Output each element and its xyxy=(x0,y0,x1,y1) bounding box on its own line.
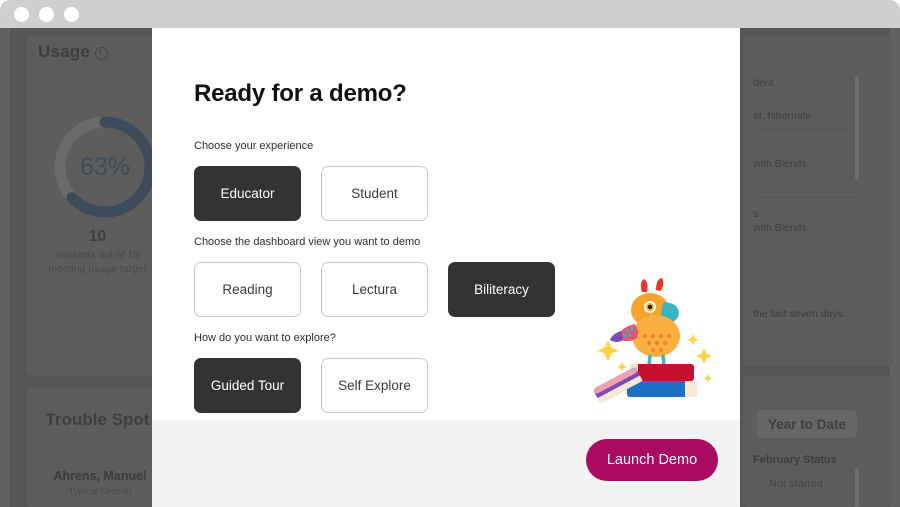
option-lectura[interactable]: Lectura xyxy=(321,262,428,317)
option-educator[interactable]: Educator xyxy=(194,166,301,221)
dashboard-right-column: dent et, hibernate with Blends s with Bl… xyxy=(735,28,893,507)
usage-percent-label: 63% xyxy=(79,152,131,181)
right-bottom-scrollbar[interactable] xyxy=(855,468,859,507)
option-biliteracy[interactable]: Biliteracy xyxy=(448,262,555,317)
demo-modal-footer: Launch Demo xyxy=(152,420,740,507)
dashboard-left-column: Usage 63% 10 students out of 16 meeting … xyxy=(10,28,166,507)
section-label-explore-mode: How do you want to explore? xyxy=(194,332,336,344)
window-maximize-dot[interactable] xyxy=(64,6,79,22)
parrot-on-books-icon xyxy=(584,278,724,408)
right-list-item: et, hibernate xyxy=(753,110,812,122)
option-guided-tour[interactable]: Guided Tour xyxy=(194,358,301,413)
demo-modal: Ready for a demo? Choose your experience… xyxy=(152,28,740,507)
usage-subtext-line1: students out of 16 xyxy=(55,249,140,261)
right-list-scrollbar[interactable] xyxy=(855,76,859,180)
app-root: Usage 63% 10 students out of 16 meeting … xyxy=(0,0,900,507)
window-minimize-dot[interactable] xyxy=(39,6,54,22)
section-label-dashboard-view: Choose the dashboard view you want to de… xyxy=(194,236,421,248)
option-group-experience: Educator Student xyxy=(194,166,428,221)
year-to-date-button[interactable]: Year to Date xyxy=(757,410,857,438)
browser-window: Usage 63% 10 students out of 16 meeting … xyxy=(0,0,900,507)
right-list-item: with Blends xyxy=(753,158,807,170)
window-titlebar xyxy=(0,0,900,28)
option-reading[interactable]: Reading xyxy=(194,262,301,317)
dashboard-left-edge xyxy=(0,28,10,507)
parrot-illustration-svg xyxy=(593,278,713,404)
usage-card-title: Usage xyxy=(38,42,109,62)
info-circle-icon[interactable] xyxy=(95,46,109,60)
right-list-item: s xyxy=(753,208,759,220)
option-group-explore-mode: Guided Tour Self Explore xyxy=(194,358,428,413)
right-list-item: with Blends xyxy=(753,222,807,234)
february-status-label: February Status xyxy=(753,454,837,466)
right-list-divider xyxy=(753,194,863,195)
launch-demo-button[interactable]: Launch Demo xyxy=(586,439,718,481)
usage-donut-chart: 63% xyxy=(48,110,162,224)
window-close-dot[interactable] xyxy=(14,6,29,22)
usage-subtext-line2: meeting usage target xyxy=(48,263,147,275)
option-student[interactable]: Student xyxy=(321,166,428,221)
option-self-explore[interactable]: Self Explore xyxy=(321,358,428,413)
february-status-value: Not started xyxy=(769,478,823,490)
modal-title: Ready for a demo? xyxy=(194,80,407,107)
usage-title-text: Usage xyxy=(38,42,91,61)
right-list-divider xyxy=(753,134,863,135)
right-list-item: dent xyxy=(753,77,774,89)
demo-modal-body: Ready for a demo? Choose your experience… xyxy=(152,28,740,420)
section-label-experience: Choose your experience xyxy=(194,140,314,152)
right-list-item: the last seven days. xyxy=(753,308,846,320)
option-group-dashboard-view: Reading Lectura Biliteracy xyxy=(194,262,555,317)
